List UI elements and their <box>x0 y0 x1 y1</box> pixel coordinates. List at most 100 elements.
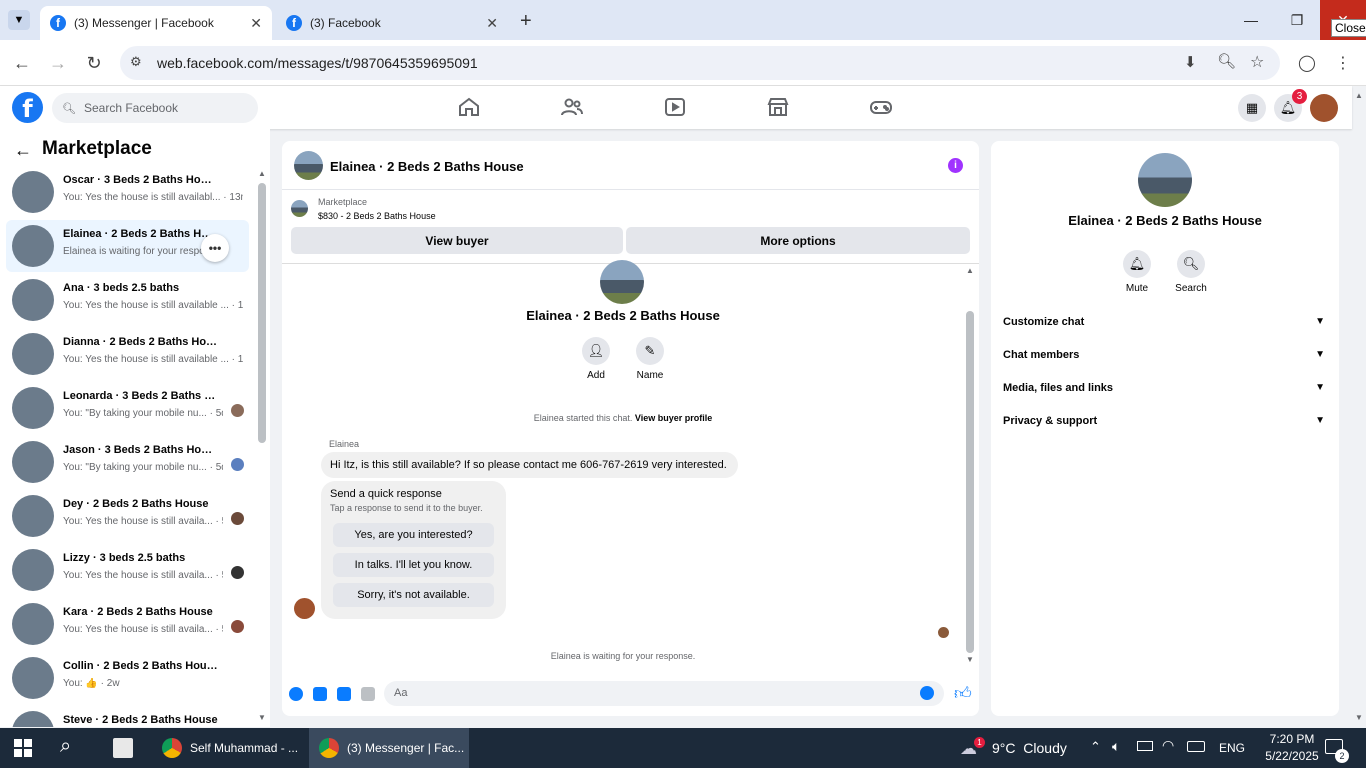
conversation-item[interactable]: Lizzy · 3 beds 2.5 baths You: Yes the ho… <box>6 544 249 596</box>
sidebar-scrollbar[interactable] <box>258 183 266 443</box>
conversation-snippet: You: Yes the house is still availa... · … <box>63 516 223 527</box>
keyboard-icon[interactable] <box>1187 741 1205 752</box>
sidebar-title: Marketplace <box>42 138 152 159</box>
forward-arrow-icon[interactable]: → <box>47 52 69 74</box>
photo-icon[interactable] <box>313 687 327 701</box>
tab-close-icon[interactable]: ✕ <box>250 15 262 32</box>
listing-thumbnail <box>12 225 54 267</box>
profile-avatar[interactable] <box>600 260 644 304</box>
chat-scrollbar[interactable] <box>966 311 974 653</box>
marketplace-icon[interactable] <box>766 95 790 119</box>
tab-close-icon[interactable]: ✕ <box>486 15 498 32</box>
chat-title[interactable]: Elainea · 2 Beds 2 Baths House <box>330 159 524 174</box>
details-avatar[interactable] <box>1138 153 1192 207</box>
search-action[interactable]: 🔍︎ Search <box>1174 250 1208 294</box>
friends-icon[interactable] <box>560 95 584 119</box>
home-icon[interactable] <box>457 95 481 119</box>
reload-icon[interactable]: ↻ <box>83 52 105 74</box>
volume-icon[interactable]: 🔈︎ <box>1112 738 1120 755</box>
facebook-search-input[interactable]: 🔍︎ Search Facebook <box>52 93 258 123</box>
tab-messenger[interactable]: f (3) Messenger | Facebook ✕ <box>40 6 272 40</box>
page-scroll-up-icon[interactable]: ▲ <box>1355 91 1363 100</box>
scroll-up-arrow-icon[interactable]: ▲ <box>258 169 266 178</box>
account-avatar[interactable] <box>1310 94 1338 122</box>
minimize-icon[interactable]: — <box>1228 0 1274 40</box>
media-files-links-row[interactable]: Media, files and links ▼ <box>1003 382 1329 402</box>
quick-response-button[interactable]: In talks. I'll let you know. <box>333 553 494 577</box>
zoom-icon[interactable]: 🔍︎ <box>1217 52 1236 70</box>
chat-avatar[interactable] <box>294 151 323 180</box>
conversation-item[interactable]: Kara · 2 Beds 2 Baths House You: Yes the… <box>6 598 249 650</box>
menu-kebab-icon[interactable]: ⋮ <box>1332 52 1354 74</box>
scroll-down-arrow-icon[interactable]: ▼ <box>966 655 974 664</box>
chat-members-row[interactable]: Chat members ▼ <box>1003 349 1329 369</box>
conversation-item[interactable]: Ana · 3 beds 2.5 baths You: Yes the hous… <box>6 274 249 326</box>
gaming-icon[interactable] <box>869 95 893 119</box>
scroll-up-arrow-icon[interactable]: ▲ <box>966 266 974 275</box>
chevron-down-icon: ▼ <box>1315 316 1325 327</box>
tray-chevron-icon[interactable]: ⌃ <box>1090 739 1101 755</box>
seen-avatar <box>231 620 244 633</box>
clock-date[interactable]: 5/22/2025 <box>1257 749 1327 763</box>
page-scroll-down-icon[interactable]: ▼ <box>1355 713 1363 722</box>
conversation-item[interactable]: Jason · 3 Beds 2 Baths House You: "By ta… <box>6 436 249 488</box>
name-action[interactable]: ✎ Name <box>633 337 667 381</box>
clock-time[interactable]: 7:20 PM <box>1262 732 1322 746</box>
video-icon[interactable] <box>663 95 687 119</box>
customize-chat-row[interactable]: Customize chat ▼ <box>1003 316 1329 336</box>
calendar-app-icon[interactable] <box>113 738 133 758</box>
mute-action[interactable]: 🔔︎ Mute <box>1122 250 1152 294</box>
conversation-more-icon[interactable]: ••• <box>201 234 229 262</box>
menu-grid-icon[interactable]: ▦ <box>1238 94 1266 122</box>
bell-icon: 🔔︎ <box>1123 250 1151 278</box>
message-input[interactable]: Aa <box>384 681 944 706</box>
language-indicator[interactable]: ENG <box>1219 741 1245 755</box>
privacy-support-row[interactable]: Privacy & support ▼ <box>1003 415 1329 435</box>
info-icon[interactable]: i <box>948 158 963 173</box>
weather-text[interactable]: 9°C Cloudy <box>992 740 1067 756</box>
facebook-logo[interactable]: f <box>12 92 43 123</box>
plus-circle-icon[interactable] <box>289 687 303 701</box>
tab-facebook[interactable]: f (3) Facebook ✕ <box>276 6 508 40</box>
tab-search-chevron-icon[interactable]: ▼ <box>8 10 30 30</box>
listing-thumbnail <box>12 279 54 321</box>
conversation-item[interactable]: Dianna · 2 Beds 2 Baths House You: Yes t… <box>6 328 249 380</box>
conversation-item[interactable]: Steve · 2 Beds 2 Baths House <box>6 706 249 727</box>
notification-center-badge: 2 <box>1335 749 1349 763</box>
address-bar[interactable]: ⚙ web.facebook.com/messages/t/9870645359… <box>120 46 1280 80</box>
back-arrow-icon[interactable]: ← <box>14 140 32 161</box>
thumbs-up-icon[interactable]: 👍︎ <box>954 683 972 704</box>
listing-thumbnail <box>12 657 54 699</box>
quick-response-button[interactable]: Yes, are you interested? <box>333 523 494 547</box>
restore-icon[interactable]: ❐ <box>1274 0 1320 40</box>
taskbar-chrome-messenger[interactable]: (3) Messenger | Fac... <box>309 728 469 768</box>
conversation-item[interactable]: Dey · 2 Beds 2 Baths House You: Yes the … <box>6 490 249 542</box>
windows-start-icon[interactable] <box>14 739 32 757</box>
add-action[interactable]: 👤︎ Add <box>581 337 611 381</box>
back-arrow-icon[interactable]: ← <box>11 52 33 74</box>
quick-response-button[interactable]: Sorry, it's not available. <box>333 583 494 607</box>
seen-avatar <box>938 627 949 638</box>
browser-toolbar: ← → ↻ ⚙ web.facebook.com/messages/t/9870… <box>0 40 1366 86</box>
profile-icon[interactable]: ◯ <box>1296 52 1318 74</box>
taskbar-chrome-self[interactable]: Self Muhammad - ... <box>156 728 304 768</box>
view-buyer-profile-link[interactable]: View buyer profile <box>635 413 712 423</box>
site-info-icon[interactable]: ⚙ <box>130 54 142 70</box>
emoji-icon[interactable] <box>920 686 934 700</box>
conversation-item[interactable]: Oscar · 3 Beds 2 Baths House You: Yes th… <box>6 166 249 218</box>
listing-thumbnail <box>12 711 54 727</box>
taskbar-search-icon[interactable]: ⌕ <box>60 735 71 758</box>
view-buyer-button[interactable]: View buyer <box>291 227 623 254</box>
conversation-item[interactable]: Leonarda · 3 Beds 2 Baths Ho... You: "By… <box>6 382 249 434</box>
sticker-icon[interactable] <box>337 687 351 701</box>
conversation-item[interactable]: Collin · 2 Beds 2 Baths House You: 👍 · 2… <box>6 652 249 704</box>
more-options-button[interactable]: More options <box>626 227 970 254</box>
scroll-down-arrow-icon[interactable]: ▼ <box>258 713 266 722</box>
battery-icon[interactable] <box>1137 741 1153 751</box>
wifi-icon[interactable]: ◠ <box>1162 737 1174 754</box>
chevron-down-icon: ▼ <box>1315 415 1325 426</box>
bookmark-star-icon[interactable]: ☆ <box>1250 52 1264 72</box>
gif-icon[interactable] <box>361 687 375 701</box>
install-app-icon[interactable]: ⬇ <box>1184 53 1197 71</box>
new-tab-plus-icon[interactable]: + <box>520 10 532 33</box>
